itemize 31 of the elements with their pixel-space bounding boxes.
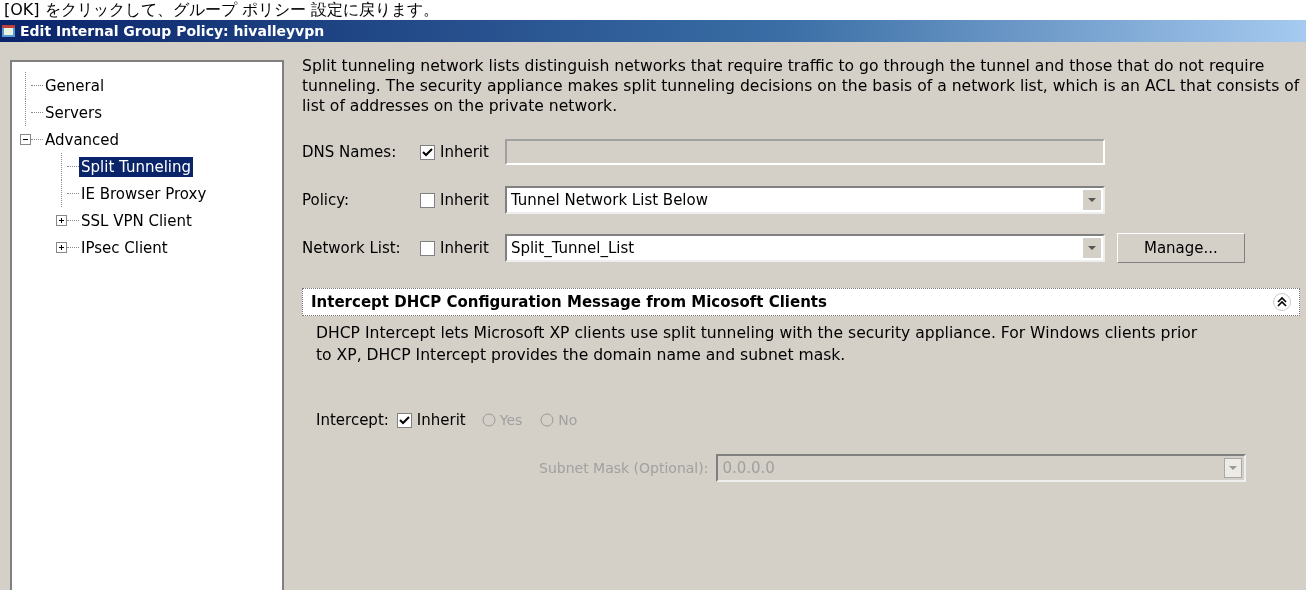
expand-icon[interactable]: [56, 215, 67, 226]
tree-item[interactable]: IE Browser Proxy: [79, 183, 209, 204]
caption-text: [OK] をクリックして、グループ ポリシー 設定に戻ります。: [0, 0, 1306, 20]
tree-item[interactable]: SSL VPN Client: [79, 210, 194, 231]
manage-button[interactable]: Manage...: [1116, 233, 1245, 263]
field-label: DNS Names:: [302, 143, 398, 161]
checkbox[interactable]: [420, 240, 435, 256]
checkbox-label: Inherit: [440, 191, 489, 209]
field-label: Intercept:: [316, 411, 389, 429]
window-title: Edit Internal Group Policy: hivalleyvpn: [20, 23, 325, 39]
app-icon: [2, 24, 16, 38]
checkbox-label: Inherit: [440, 143, 489, 161]
dropdown[interactable]: Split_Tunnel_List: [504, 234, 1105, 262]
collapse-icon[interactable]: [1273, 293, 1291, 311]
expand-icon[interactable]: [56, 242, 67, 253]
field-label: Policy:: [302, 191, 351, 209]
checkbox[interactable]: [396, 412, 412, 428]
tree-item[interactable]: Advanced: [43, 129, 122, 150]
checkbox-label: Inherit: [440, 239, 489, 257]
checkbox[interactable]: [420, 192, 435, 208]
description-text: Split tunneling network lists distinguish networks that require traffic to go through the tunnel and those that do not require tunneling. The security appliance makes split tunneling decisions on the basis of a network list, which is an ACL that consists of list of addresses on the private network.: [302, 56, 1300, 116]
tree-item[interactable]: General: [43, 75, 107, 96]
tree-item[interactable]: IPsec Client: [79, 237, 170, 258]
section-description: DHCP Intercept lets Microsoft XP clients use split tunneling with the security appliance. For Windows clients prior to XP, DHCP Intercept provides the domain name and subnet mask.: [316, 323, 1199, 366]
tree-item[interactable]: Split Tunneling: [79, 156, 194, 177]
collapse-icon[interactable]: [20, 134, 31, 145]
tree-item[interactable]: Servers: [43, 102, 104, 123]
field-label: Network List:: [302, 239, 402, 257]
checkbox-label: Inherit: [416, 411, 466, 429]
dropdown[interactable]: Tunnel Network List Below: [504, 186, 1105, 214]
section-header[interactable]: Intercept DHCP Configuration Message from Micosoft Clients: [302, 288, 1300, 316]
